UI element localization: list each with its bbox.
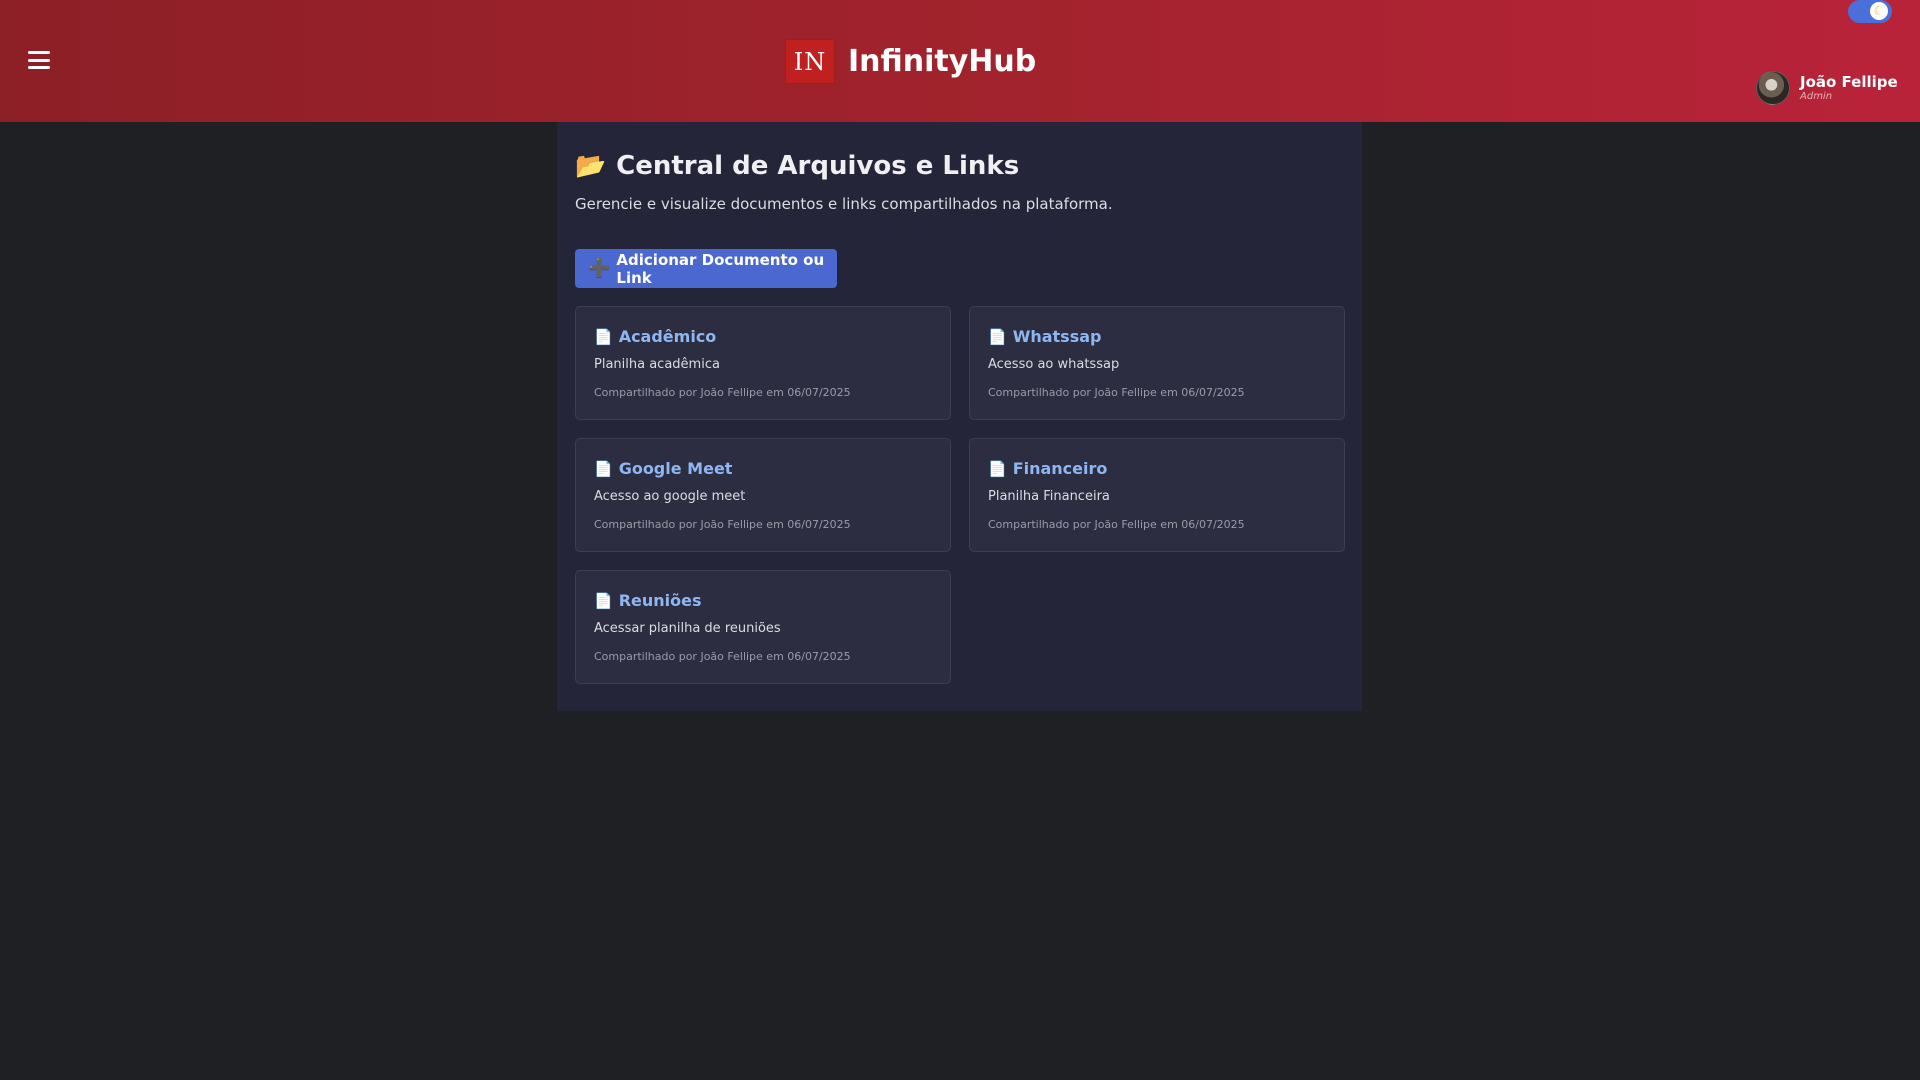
card-title-text: Acadêmico — [618, 327, 717, 346]
card-meta: Compartilhado por João Fellipe em 06/07/… — [988, 518, 1245, 531]
document-icon: 📄 — [594, 591, 613, 610]
card-title[interactable]: 📄 Acadêmico — [594, 327, 716, 346]
card-meta: Compartilhado por João Fellipe em 06/07/… — [594, 386, 851, 399]
document-icon: 📄 — [988, 327, 1007, 346]
brand-name: InfinityHub — [848, 44, 1037, 79]
card-title-text: Reuniões — [618, 591, 702, 610]
brand-logo: IN — [785, 39, 835, 84]
card-description: Acessar planilha de reuniões — [594, 621, 781, 636]
page-title-text: Central de Arquivos e Links — [616, 151, 1020, 181]
document-card[interactable]: 📄 Financeiro Planilha Financeira Compart… — [969, 438, 1345, 552]
open-folder-icon: 📂 — [575, 151, 607, 180]
moon-icon: ☾ — [1870, 2, 1888, 20]
card-meta: Compartilhado por João Fellipe em 06/07/… — [988, 386, 1245, 399]
card-title[interactable]: 📄 Google Meet — [594, 459, 732, 478]
page-title: 📂 Central de Arquivos e Links — [575, 151, 1019, 181]
plus-icon: ➕ — [588, 258, 611, 279]
document-icon: 📄 — [594, 327, 613, 346]
document-card[interactable]: 📄 Reuniões Acessar planilha de reuniões … — [575, 570, 951, 684]
card-meta: Compartilhado por João Fellipe em 06/07/… — [594, 518, 851, 531]
document-icon: 📄 — [594, 459, 613, 478]
page-subtitle: Gerencie e visualize documentos e links … — [575, 195, 1113, 213]
card-meta: Compartilhado por João Fellipe em 06/07/… — [594, 650, 851, 663]
card-title[interactable]: 📄 Whatssap — [988, 327, 1101, 346]
document-card[interactable]: 📄 Whatssap Acesso ao whatssap Compartilh… — [969, 306, 1345, 420]
card-description: Acesso ao google meet — [594, 489, 746, 504]
top-header: IN InfinityHub ☾ João Fellipe Admin — [0, 0, 1920, 122]
document-icon: 📄 — [988, 459, 1007, 478]
document-card[interactable]: 📄 Google Meet Acesso ao google meet Comp… — [575, 438, 951, 552]
user-info: João Fellipe Admin — [1800, 72, 1898, 102]
card-title[interactable]: 📄 Reuniões — [594, 591, 702, 610]
card-title-text: Whatssap — [1012, 327, 1102, 346]
add-document-button[interactable]: ➕ Adicionar Documento ou Link — [575, 249, 837, 288]
hamburger-menu-icon[interactable] — [28, 51, 50, 69]
card-title[interactable]: 📄 Financeiro — [988, 459, 1107, 478]
card-title-text: Financeiro — [1012, 459, 1108, 478]
user-role: Admin — [1800, 90, 1833, 102]
user-name: João Fellipe — [1800, 72, 1898, 91]
avatar — [1756, 71, 1790, 105]
card-title-text: Google Meet — [618, 459, 733, 478]
user-menu[interactable]: João Fellipe Admin — [1756, 71, 1898, 105]
card-description: Acesso ao whatssap — [988, 357, 1120, 372]
brand[interactable]: IN InfinityHub — [785, 39, 1036, 84]
card-description: Planilha Financeira — [988, 489, 1110, 504]
card-description: Planilha acadêmica — [594, 357, 720, 372]
theme-toggle[interactable]: ☾ — [1848, 0, 1892, 23]
document-card[interactable]: 📄 Acadêmico Planilha acadêmica Compartil… — [575, 306, 951, 420]
add-document-button-label: Adicionar Documento ou Link — [616, 250, 825, 287]
